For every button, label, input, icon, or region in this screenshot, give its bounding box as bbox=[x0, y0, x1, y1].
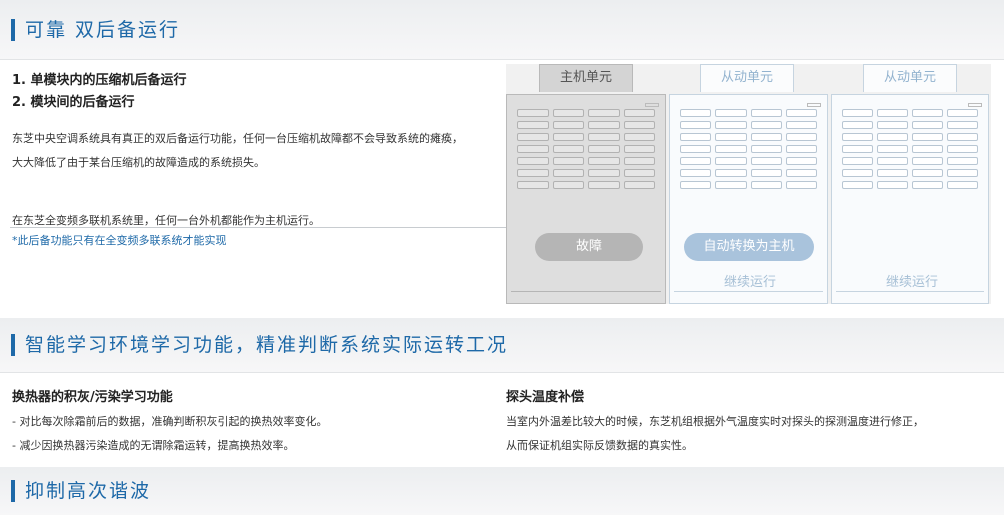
section-title: 智能学习环境学习功能，精准判断系统实际运转工况 bbox=[11, 334, 508, 356]
unit-base bbox=[836, 291, 984, 299]
unit-base bbox=[674, 291, 823, 299]
description-line-2: 大大降低了由于某台压缩机的故障造成的系统损失。 bbox=[12, 156, 265, 169]
vent-icon bbox=[807, 103, 821, 107]
main-unit-label: 主机单元 bbox=[539, 64, 633, 92]
left-line-2: - 减少因换热器污染造成的无谓除霜运转，提高换热效率。 bbox=[12, 439, 295, 452]
main-unit: 故障 bbox=[506, 94, 666, 304]
right-heading: 探头温度补偿 bbox=[506, 390, 585, 405]
vent-icon bbox=[968, 103, 982, 107]
section-title: 抑制高次谐波 bbox=[11, 480, 151, 502]
section-title: 可靠 双后备运行 bbox=[11, 18, 180, 41]
right-line-1: 当室内外温差比较大的时候，东芝机组根据外气温度实时对探头的探测温度进行修正， bbox=[506, 415, 924, 428]
feature-item-1: 1. 单模块内的压缩机后备运行 bbox=[12, 73, 187, 88]
fault-badge: 故障 bbox=[535, 233, 643, 261]
grill-icon bbox=[517, 109, 655, 203]
vent-icon bbox=[645, 103, 659, 107]
continue-running-label-1: 继续运行 bbox=[724, 275, 777, 290]
grill-icon bbox=[680, 109, 817, 203]
continue-running-label-2: 继续运行 bbox=[886, 275, 939, 290]
divider bbox=[10, 227, 506, 228]
follow-unit-1: 自动转换为主机 继续运行 bbox=[669, 94, 828, 304]
follow-unit-2: 继续运行 bbox=[831, 94, 989, 304]
footnote: *此后备功能只有在全变频多联系统才能实现 bbox=[12, 234, 227, 247]
right-line-2: 从而保证机组实际反馈数据的真实性。 bbox=[506, 439, 693, 452]
backup-illustration: 主机单元 故障 从动单元 自动转换为主机 继续运行 从动单元 继续运行 bbox=[506, 64, 991, 304]
unit-base bbox=[511, 291, 661, 299]
left-heading: 换热器的积灰/污染学习功能 bbox=[12, 390, 173, 405]
auto-switch-badge: 自动转换为主机 bbox=[684, 233, 814, 261]
section-header-reliable: 可靠 双后备运行 bbox=[0, 0, 1004, 60]
description-line-1: 东芝中央空调系统具有真正的双后备运行功能，任何一台压缩机故障都不会导致系统的瘫痪… bbox=[12, 132, 463, 145]
grill-icon bbox=[842, 109, 978, 203]
follow-unit-label-2: 从动单元 bbox=[863, 64, 957, 92]
feature-item-2: 2. 模块间的后备运行 bbox=[12, 95, 135, 110]
left-line-1: - 对比每次除霜前后的数据，准确判断积灰引起的换热效率变化。 bbox=[12, 415, 328, 428]
section-header-learning: 智能学习环境学习功能，精准判断系统实际运转工况 bbox=[0, 318, 1004, 373]
follow-unit-label-1: 从动单元 bbox=[700, 64, 794, 92]
section-header-harmonics: 抑制高次谐波 bbox=[0, 467, 1004, 515]
description-main-unit: 在东芝全变频多联机系统里，任何一台外机都能作为主机运行。 bbox=[12, 214, 320, 227]
